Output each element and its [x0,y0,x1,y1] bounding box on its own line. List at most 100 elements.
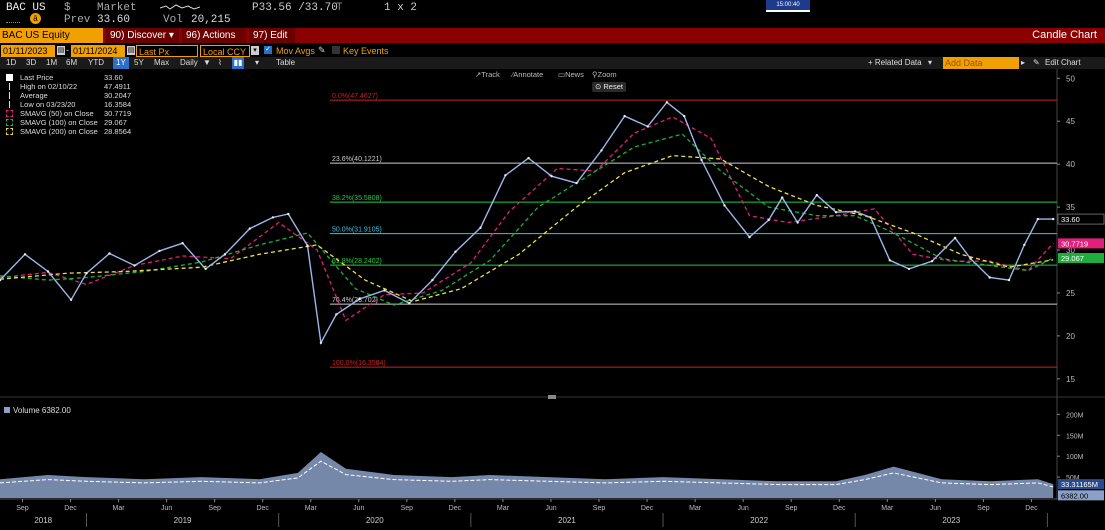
x-year-label: 2019 [174,516,192,525]
price-line [0,101,1054,346]
timeframe-5y[interactable]: 5Y [134,57,144,69]
price-point [85,272,88,275]
price-point [854,210,857,213]
style-menu-icon[interactable]: ▾ [255,57,259,69]
price-field-select[interactable]: Last Px [136,45,198,57]
price-label: 33.60 [1061,215,1080,224]
x-month-label: Jun [353,505,364,512]
end-date-field[interactable]: 01/11/2024 [71,45,125,57]
price-point [408,302,411,305]
x-year-label: 2023 [942,516,960,525]
add-data-arrow-icon[interactable]: ▸ [1021,57,1025,69]
ticker-label: BAC US [6,2,46,14]
dropdown-arrow-icon[interactable]: ▾ [251,46,259,55]
timeframe-1d[interactable]: 1D [6,57,16,69]
price-point [335,313,338,316]
x-year-label: 2018 [34,516,52,525]
edit-chart-button[interactable]: Edit Chart [1045,57,1081,69]
price-point [700,158,703,162]
fib-label: 50.0%(31.9105) [332,227,382,234]
timeframe-max[interactable]: Max [154,57,169,69]
price-point [306,244,309,247]
key-events-label: Key Events [343,46,389,56]
edit-chart-pencil-icon[interactable]: ✎ [1033,57,1040,69]
price-chart[interactable]: 0.0%(47.4627) 23.6%(40.1221) 38.2%(35.5808… [0,69,1105,530]
x-month-label: Sep [401,505,414,512]
x-month-label: Sep [16,505,29,512]
x-month-label: Mar [305,505,318,512]
sma200-line [0,154,1054,303]
volume-area [0,452,1054,498]
price-point [623,114,626,118]
clock: 15:00:40 [766,0,810,12]
x-month-label: Mar [689,505,702,512]
price-point [988,276,991,279]
fib-label: 23.6%(40.1221) [332,156,382,163]
volume-legend: Volume 6382.00 [4,406,71,415]
price-point [869,216,872,219]
candle-style-icon[interactable]: ▮▮ [232,57,244,69]
headline-icon[interactable]: ā [30,13,41,24]
currency-select[interactable]: Local CCY [200,45,250,57]
timeframe-1y[interactable]: 1Y [113,57,129,69]
timeframe-1m[interactable]: 1M [46,57,57,69]
mov-avgs-checkbox[interactable]: ✓ [264,46,272,54]
start-date-field[interactable]: 01/11/2023 [1,45,55,57]
discover-button[interactable]: 90) Discover ▾ [106,28,179,43]
actions-button[interactable]: 96) Actions ▾ [182,28,246,56]
price-point [665,101,669,104]
price-point [271,216,275,219]
timeframe-3d[interactable]: 3D [26,57,36,69]
edit-button[interactable]: 97) Edit ▾ [249,28,295,56]
line-style-icon[interactable]: ⌇ [218,57,222,69]
market-label: Market [97,2,137,14]
volume-swatch [4,407,10,413]
timeframe-6m[interactable]: 6M [66,57,77,69]
x-month-label: Jun [930,505,941,512]
pencil-icon[interactable]: ✎ [318,45,326,56]
volume-legend-label: Volume 6382.00 [13,406,71,415]
table-button[interactable]: Table [276,57,295,69]
date-separator: - [66,45,69,55]
price-point [575,181,578,185]
price-point [479,226,482,229]
vol-value: 20,215 [191,14,231,26]
periodicity-arrow-icon[interactable]: ▼ [203,57,211,69]
price-point [1023,243,1026,247]
price-point [723,204,726,207]
price-point [108,252,111,255]
related-data-button[interactable]: + Related Data [868,57,922,69]
sma50-line [0,116,1054,322]
x-month-label: Mar [497,505,510,512]
price-point [646,125,649,128]
mov-avgs-label: Mov Avgs [276,46,315,56]
add-data-input[interactable]: Add Data [943,57,1019,69]
panel-resize-handle [548,395,556,399]
related-data-arrow-icon[interactable]: ▾ [928,57,932,69]
timeframe-ytd[interactable]: YTD [88,57,104,69]
x-month-label: Sep [977,505,990,512]
price-point [69,298,73,301]
price-range: P33.56 /33.70 [252,2,338,14]
price-point [888,259,891,262]
edit-label: 97) Edit [253,30,288,41]
price-point [767,218,770,222]
periodicity-select[interactable]: Daily [180,57,198,69]
x-month-label: Jun [545,505,556,512]
x-month-label: Jun [161,505,172,512]
calendar-icon[interactable]: ▤ [127,46,135,55]
x-month-label: Sep [593,505,606,512]
calendar-icon[interactable]: ▤ [57,46,65,55]
x-month-label: Dec [641,505,654,512]
price-point [383,289,386,292]
y-tick-label: 45 [1066,117,1075,126]
range-suffix: T [336,2,343,14]
x-year-label: 2022 [750,516,768,525]
key-events-checkbox[interactable] [332,46,340,54]
security-field[interactable]: BAC US Equity [0,28,103,43]
sparkline-icon [159,2,201,14]
fib-label: 0.0%(47.4627) [332,93,378,100]
price-point [504,174,507,177]
x-month-label: Dec [449,505,462,512]
x-month-label: Dec [1025,505,1038,512]
